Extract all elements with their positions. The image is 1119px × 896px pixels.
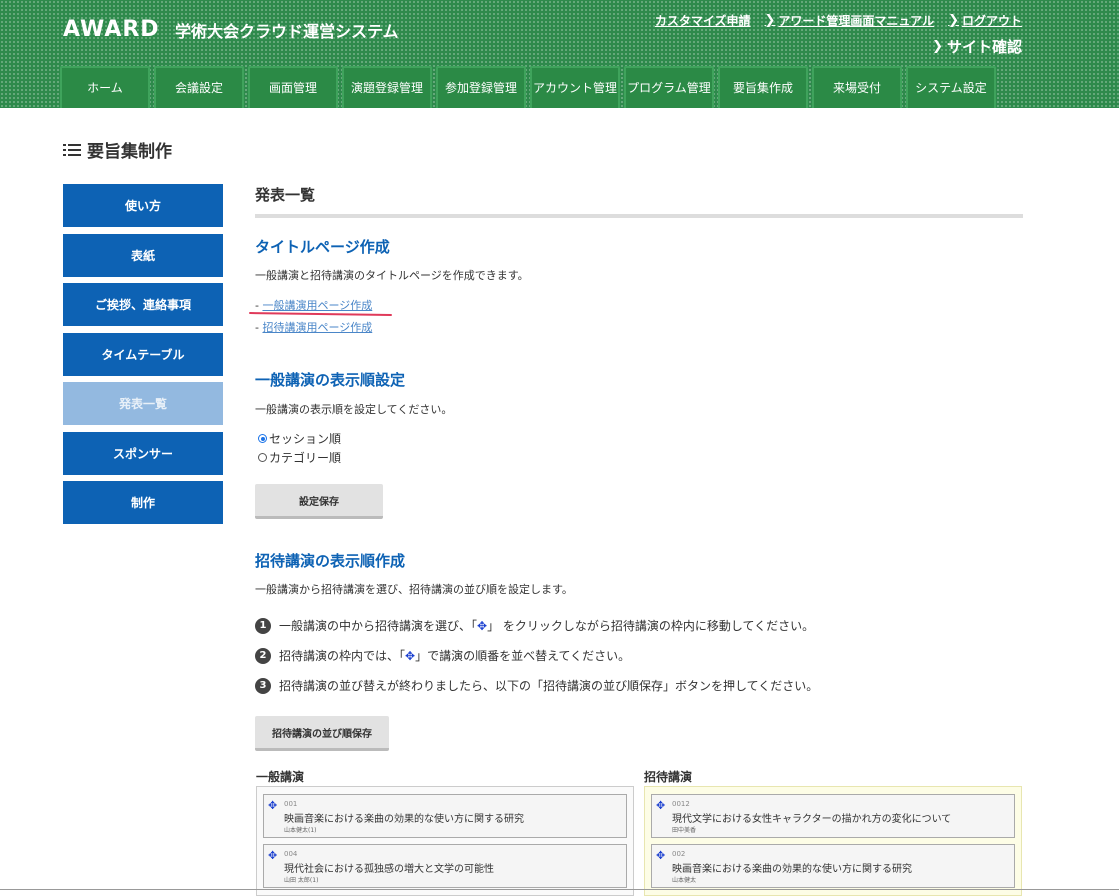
move-cross-icon[interactable]: ✥: [268, 849, 277, 862]
general-lectures-list: ✥ 001 映画音楽における楽曲の効果的な使い方に関する研究 山本健太(1) ✥…: [256, 786, 634, 896]
section-title: 発表一覧: [255, 184, 1023, 218]
step-number-badge: 3: [255, 677, 271, 694]
page-title: 要旨集制作: [63, 137, 172, 162]
nav-account-management[interactable]: アカウント管理: [530, 66, 620, 108]
radio-unchecked-icon[interactable]: [258, 453, 267, 462]
nav-reception[interactable]: 来場受付: [812, 66, 902, 108]
radio-session-order[interactable]: セッション順: [258, 430, 341, 447]
lecture-author: 田中美香: [672, 827, 697, 834]
lecture-title: 映画音楽における楽曲の効果的な使い方に関する研究: [672, 864, 912, 875]
invited-order-description: 一般講演から招待講演を選び、招待講演の並び順を設定します。: [255, 583, 573, 596]
title-page-heading: タイトルページ作成: [255, 238, 390, 256]
move-cross-icon[interactable]: ✥: [656, 849, 665, 862]
manual-link[interactable]: ❯ アワード管理画面マニュアル: [765, 12, 935, 29]
step-number-badge: 1: [255, 617, 271, 634]
logout-label: ログアウト: [961, 14, 1022, 28]
sidebar-item-sponsors[interactable]: スポンサー: [63, 431, 223, 475]
lecture-title: 現代文学における女性キャラクターの描かれ方の変化について: [672, 814, 952, 825]
nav-participant-registration[interactable]: 参加登録管理: [436, 66, 526, 108]
general-page-create-link[interactable]: 一般講演用ページ作成: [262, 299, 372, 312]
chevron-right-icon: ❯: [764, 13, 776, 28]
step-1-text-before: 一般講演の中から招待講演を選び、「: [279, 619, 478, 633]
radio-checked-icon[interactable]: [258, 434, 267, 443]
system-title: 学術大会クラウド運営システム: [175, 22, 399, 41]
customize-request-link[interactable]: カスタマイズ申請: [655, 12, 751, 29]
lecture-author: 山田 太郎(1): [284, 877, 319, 884]
lecture-title: 現代社会における孤独感の増大と文学の可能性: [284, 864, 494, 875]
lecture-id: 0012: [672, 800, 690, 808]
lecture-id: 002: [672, 850, 686, 858]
nav-system-settings[interactable]: システム設定: [906, 66, 996, 108]
order-setting-description: 一般講演の表示順を設定してください。: [255, 403, 453, 416]
step-3: 3 招待講演の並び替えが終わりましたら、以下の「招待講演の並び順保存」ボタンを押…: [255, 677, 818, 694]
top-links: カスタマイズ申請 ❯ アワード管理画面マニュアル ❯ ログアウト: [655, 12, 1022, 29]
step-2: 2 招待講演の枠内では、「✥」で講演の順番を並べ替えてください。: [255, 647, 630, 664]
nav-abstract-book[interactable]: 要旨集作成: [718, 66, 808, 108]
page-title-text: 要旨集制作: [87, 142, 172, 162]
radio-category-order[interactable]: カテゴリー順: [258, 449, 341, 466]
nav-home[interactable]: ホーム: [60, 66, 150, 108]
radio-session-order-label: セッション順: [269, 432, 342, 446]
save-invited-order-button[interactable]: 招待講演の並び順保存: [255, 716, 389, 751]
step-2-text-after: 」で講演の順番を並べ替えてください。: [415, 649, 631, 663]
award-logo: AWARD: [63, 17, 160, 42]
invited-lectures-heading: 招待講演: [644, 770, 693, 784]
sidebar-item-howto[interactable]: 使い方: [63, 184, 223, 227]
section-header: 発表一覧: [255, 184, 1023, 218]
chevron-right-icon: ❯: [948, 13, 959, 28]
site-check-label: サイト確認: [946, 38, 1022, 56]
invited-order-heading: 招待講演の表示順作成: [255, 552, 406, 570]
step-3-text: 招待講演の並び替えが終わりましたら、以下の「招待講演の並び順保存」ボタンを押して…: [279, 679, 819, 693]
invited-page-create-link[interactable]: 招待講演用ページ作成: [262, 321, 372, 334]
logout-link[interactable]: ❯ ログアウト: [948, 12, 1022, 29]
save-settings-button[interactable]: 設定保存: [255, 484, 383, 519]
sidebar-item-presentation-list[interactable]: 発表一覧: [63, 382, 223, 425]
main-nav: ホーム 会議設定 画面管理 演題登録管理 参加登録管理 アカウント管理 プログラ…: [60, 66, 996, 108]
lecture-author: 山本健太(1): [284, 827, 317, 834]
lecture-title: 映画音楽における楽曲の効果的な使い方に関する研究: [284, 814, 524, 825]
invited-lectures-list: ✥ 0012 現代文学における女性キャラクターの描かれ方の変化について 田中美香…: [644, 786, 1022, 896]
radio-category-order-label: カテゴリー順: [269, 451, 342, 465]
list-icon: [63, 143, 81, 157]
step-number-badge: 2: [255, 647, 271, 664]
header-bar: AWARD 学術大会クラウド運営システム カスタマイズ申請 ❯ アワード管理画面マ…: [0, 0, 1119, 108]
move-cross-icon: ✥: [477, 619, 488, 633]
list-item[interactable]: ✥ 001 映画音楽における楽曲の効果的な使い方に関する研究 山本健太(1): [263, 794, 627, 838]
sidebar-item-greetings[interactable]: ご挨拶、連絡事項: [63, 283, 223, 326]
sidebar-item-timetable[interactable]: タイムテーブル: [63, 332, 223, 376]
invited-page-link-row: - 招待講演用ページ作成: [255, 321, 373, 334]
general-page-link-row: - 一般講演用ページ作成: [255, 299, 373, 312]
general-lectures-heading: 一般講演: [256, 770, 305, 784]
step-2-text: 招待講演の枠内では、「✥」で講演の順番を並べ替えてください。: [279, 647, 630, 664]
nav-conference-settings[interactable]: 会議設定: [154, 66, 244, 108]
step-1: 1 一般講演の中から招待講演を選び、「✥」 をクリックしながら招待講演の枠内に移…: [255, 617, 814, 634]
step-1-text-after: 」 をクリックしながら招待講演の枠内に移動してください。: [487, 619, 815, 633]
nav-abstract-registration[interactable]: 演題登録管理: [342, 66, 432, 108]
move-cross-icon: ✥: [405, 649, 416, 663]
sidebar-item-production[interactable]: 制作: [63, 481, 223, 524]
list-item[interactable]: ✥ 004 現代社会における孤独感の増大と文学の可能性 山田 太郎(1): [263, 844, 627, 888]
nav-program-management[interactable]: プログラム管理: [624, 66, 714, 108]
manual-label: アワード管理画面マニュアル: [778, 14, 935, 28]
step-2-text-before: 招待講演の枠内では、「: [279, 649, 406, 663]
step-1-text: 一般講演の中から招待講演を選び、「✥」 をクリックしながら招待講演の枠内に移動し…: [279, 617, 814, 634]
lecture-author: 山本健太: [672, 877, 697, 884]
order-setting-heading: 一般講演の表示順設定: [255, 371, 406, 389]
chevron-right-icon: ❯: [932, 39, 943, 54]
list-item[interactable]: ✥ 0012 現代文学における女性キャラクターの描かれ方の変化について 田中美香: [651, 794, 1015, 838]
nav-screen-management[interactable]: 画面管理: [248, 66, 338, 108]
move-cross-icon[interactable]: ✥: [656, 799, 665, 812]
lecture-id: 004: [284, 850, 298, 858]
sidebar: 使い方 表紙 ご挨拶、連絡事項 タイムテーブル 発表一覧 スポンサー 制作: [63, 184, 223, 531]
move-cross-icon[interactable]: ✥: [268, 799, 277, 812]
site-check-link[interactable]: ❯ サイト確認: [932, 36, 1022, 57]
title-page-description: 一般講演と招待講演のタイトルページを作成できます。: [255, 269, 529, 282]
lecture-id: 001: [284, 800, 298, 808]
list-item[interactable]: ✥ 002 映画音楽における楽曲の効果的な使い方に関する研究 山本健太: [651, 844, 1015, 888]
page-bottom-divider: [0, 889, 1119, 890]
customize-request-label: カスタマイズ申請: [654, 14, 751, 28]
sidebar-item-cover[interactable]: 表紙: [63, 233, 223, 277]
